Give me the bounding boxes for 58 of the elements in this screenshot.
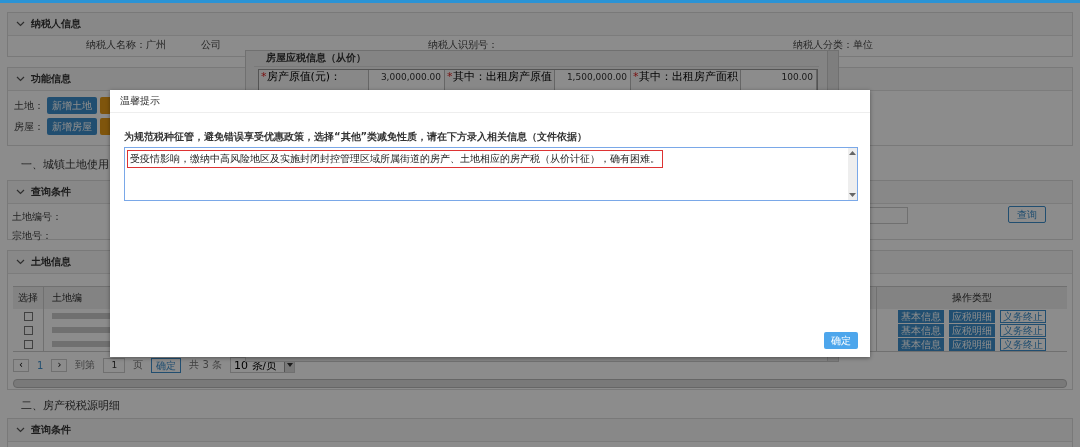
panel-title: 查询条件 (31, 423, 71, 437)
action-button[interactable]: 应税明细 (949, 309, 995, 323)
action-button[interactable]: 义务终止 (1000, 337, 1046, 351)
action-button[interactable]: 应税明细 (949, 323, 995, 337)
panel-title: 纳税人信息 (31, 17, 81, 31)
field-label: *其中：出租房产原值 (445, 70, 555, 92)
arrow-up-icon[interactable] (849, 151, 856, 155)
chevron-icon[interactable] (16, 427, 25, 433)
field-label: 纳税人识别号： (428, 38, 498, 52)
field-label: *房产原值(元)： (259, 70, 369, 92)
checkbox[interactable] (23, 311, 33, 321)
field-label: *其中：出租房产面积 (631, 70, 741, 92)
field-label: 纳税人名称：广州 (86, 38, 166, 52)
checkbox[interactable] (23, 339, 33, 349)
action-button[interactable]: 义务终止 (1000, 309, 1046, 323)
dialog-title: 房屋应税信息（从价） (254, 52, 819, 67)
action-button[interactable]: 义务终止 (1000, 323, 1046, 337)
field-label: 纳税人分类：单位 (793, 38, 873, 52)
instruction-text: 为规范税种征管，避免错误享受优惠政策，选择“其他”类减免性质，请在下方录入相关信息（文件依据） (124, 130, 589, 144)
confirm-button[interactable]: 确定 (824, 332, 858, 349)
field-label: 公司 (201, 38, 221, 52)
action-button[interactable]: 基本信息 (898, 309, 944, 323)
chevron-icon[interactable] (16, 21, 25, 27)
panel-title: 功能信息 (31, 72, 71, 86)
total-count: 共 3 条 (189, 358, 223, 372)
pagination-label: 到第 (75, 358, 96, 372)
prev-button[interactable]: ‹ (13, 358, 29, 372)
arrow-down-icon[interactable] (849, 193, 856, 197)
text-area[interactable]: 受疫情影响，缴纳中高风险地区及实施封闭封控管理区域所属街道的房产、土地相应的房产税（从价计征），确有困难。 (124, 147, 858, 201)
dialog-title: 温馨提示 (120, 94, 160, 108)
pagination-label: 页 (133, 358, 144, 372)
action-button[interactable]: 基本信息 (898, 323, 944, 337)
column-header: 选择 (13, 287, 44, 309)
add-button[interactable]: 新增土地 (47, 97, 97, 114)
section-heading: 一、城镇土地使用 (21, 158, 109, 172)
horizontal-scrollbar[interactable] (13, 379, 1067, 388)
chevron-icon[interactable] (16, 259, 25, 265)
chevron-icon[interactable] (16, 76, 25, 82)
section-heading: 二、房产税税源明细 (21, 399, 120, 413)
page-input[interactable]: 1 (103, 357, 126, 373)
next-button[interactable]: › (51, 358, 68, 372)
chevron-icon[interactable] (16, 189, 25, 195)
column-header: 操作类型 (876, 287, 1067, 309)
action-button[interactable]: 应税明细 (949, 337, 995, 351)
query-button[interactable]: 查询 (1008, 206, 1046, 223)
go-button[interactable]: 确定 (151, 357, 182, 373)
page-link[interactable]: 1 (37, 359, 44, 371)
field-label: 土地编号： (12, 210, 62, 224)
action-button[interactable]: 基本信息 (898, 337, 944, 351)
vertical-scrollbar[interactable] (848, 148, 857, 200)
add-button[interactable]: 新增房屋 (47, 118, 97, 135)
field-label: 土地： (14, 98, 44, 113)
field-label: 房屋： (14, 119, 44, 134)
panel-title: 土地信息 (31, 255, 71, 269)
column-header: 土地编 (51, 291, 83, 305)
field-label: 宗地号： (12, 229, 53, 243)
panel-title: 查询条件 (31, 185, 71, 199)
checkbox[interactable] (23, 325, 33, 335)
